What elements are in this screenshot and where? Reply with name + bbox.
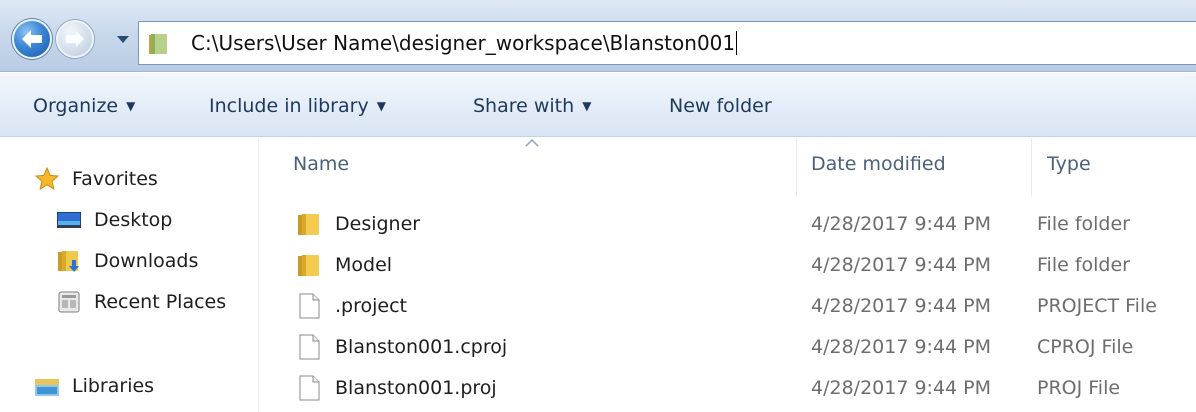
include-in-library-menu[interactable]: Include in library ▼ xyxy=(209,94,386,118)
file-icon xyxy=(299,293,320,319)
folder-icon xyxy=(149,34,167,54)
downloads-folder-icon xyxy=(58,251,79,272)
recent-pages-dropdown[interactable] xyxy=(114,30,132,48)
nav-favorites[interactable]: Favorites xyxy=(34,166,158,192)
command-bar: Organize ▼ Include in library ▼ Share with… xyxy=(0,73,1196,137)
column-header-name[interactable]: Name xyxy=(293,153,349,175)
file-row[interactable]: .project 4/28/2017 9:44 PM PROJECT File xyxy=(259,286,1196,326)
libraries-icon xyxy=(35,379,59,396)
star-icon xyxy=(34,166,60,191)
file-date: 4/28/2017 9:44 PM xyxy=(811,213,992,235)
column-header-date[interactable]: Date modified xyxy=(811,153,946,175)
nav-favorites-label: Favorites xyxy=(72,168,158,190)
nav-downloads-label: Downloads xyxy=(94,250,199,272)
file-date: 4/28/2017 9:44 PM xyxy=(811,254,992,276)
file-row[interactable]: Blanston001.cproj 4/28/2017 9:44 PM CPRO… xyxy=(259,327,1196,367)
nav-downloads[interactable]: Downloads xyxy=(56,248,198,274)
column-separator[interactable] xyxy=(1031,138,1032,196)
file-type: CPROJ File xyxy=(1037,336,1134,358)
address-path-text: C:\Users\User Name\designer_workspace\Bl… xyxy=(191,31,736,55)
nav-libraries-label: Libraries xyxy=(72,375,155,397)
navigation-pane: Favorites Desktop Downloads Recent Place… xyxy=(0,138,258,412)
file-name: Designer xyxy=(335,213,421,235)
address-strip: C:\Users\User Name\designer_workspace\Bl… xyxy=(0,0,1196,72)
folder-icon xyxy=(298,255,319,276)
folder-icon xyxy=(298,214,319,235)
column-separator[interactable] xyxy=(796,138,797,196)
file-row[interactable]: Blanston001.proj 4/28/2017 9:44 PM PROJ … xyxy=(259,368,1196,408)
file-date: 4/28/2017 9:44 PM xyxy=(811,295,992,317)
organize-menu[interactable]: Organize ▼ xyxy=(33,94,135,118)
chevron-down-icon xyxy=(117,36,129,43)
share-with-menu[interactable]: Share with ▼ xyxy=(473,94,591,118)
recent-places-icon xyxy=(58,291,80,313)
file-icon xyxy=(299,375,320,401)
nav-recent-places[interactable]: Recent Places xyxy=(56,289,226,315)
column-header-type-label: Type xyxy=(1047,153,1091,175)
back-arrow-icon xyxy=(22,30,42,48)
file-type: PROJECT File xyxy=(1037,295,1157,317)
file-date: 4/28/2017 9:44 PM xyxy=(811,377,992,399)
file-row[interactable]: Designer 4/28/2017 9:44 PM File folder xyxy=(259,204,1196,244)
file-type: File folder xyxy=(1037,213,1130,235)
column-header-type[interactable]: Type xyxy=(1047,153,1091,175)
file-row[interactable]: Model 4/28/2017 9:44 PM File folder xyxy=(259,245,1196,285)
desktop-icon xyxy=(57,212,81,228)
nav-libraries[interactable]: Libraries xyxy=(34,373,154,399)
share-with-dropdown-icon: ▼ xyxy=(582,99,592,113)
include-in-library-label: Include in library xyxy=(209,95,369,117)
organize-dropdown-icon: ▼ xyxy=(126,99,136,113)
file-type: File folder xyxy=(1037,254,1130,276)
address-bar[interactable]: C:\Users\User Name\designer_workspace\Bl… xyxy=(138,21,1196,65)
file-date: 4/28/2017 9:44 PM xyxy=(811,336,992,358)
file-name: Blanston001.proj xyxy=(335,377,497,399)
file-name: Model xyxy=(335,254,393,276)
sort-ascending-icon xyxy=(525,138,539,147)
back-button[interactable] xyxy=(12,19,52,59)
file-icon xyxy=(299,334,320,360)
forward-button[interactable] xyxy=(56,20,94,58)
file-name: .project xyxy=(335,295,407,317)
file-name: Blanston001.cproj xyxy=(335,336,508,358)
file-list: Name Date modified Type Designer 4/28/20… xyxy=(259,138,1196,412)
new-folder-label: New folder xyxy=(669,95,772,117)
include-in-library-dropdown-icon: ▼ xyxy=(376,99,386,113)
address-path-input[interactable]: C:\Users\User Name\designer_workspace\Bl… xyxy=(191,31,738,55)
text-caret xyxy=(736,31,738,55)
organize-label: Organize xyxy=(33,95,119,117)
file-type: PROJ File xyxy=(1037,377,1121,399)
nav-recent-places-label: Recent Places xyxy=(94,291,227,313)
nav-desktop-label: Desktop xyxy=(94,209,173,231)
share-with-label: Share with xyxy=(473,95,575,117)
column-header-date-label: Date modified xyxy=(811,153,946,175)
column-header-name-label: Name xyxy=(293,153,350,175)
new-folder-button[interactable]: New folder xyxy=(669,94,772,118)
forward-arrow-icon xyxy=(66,31,84,47)
nav-desktop[interactable]: Desktop xyxy=(56,207,172,233)
